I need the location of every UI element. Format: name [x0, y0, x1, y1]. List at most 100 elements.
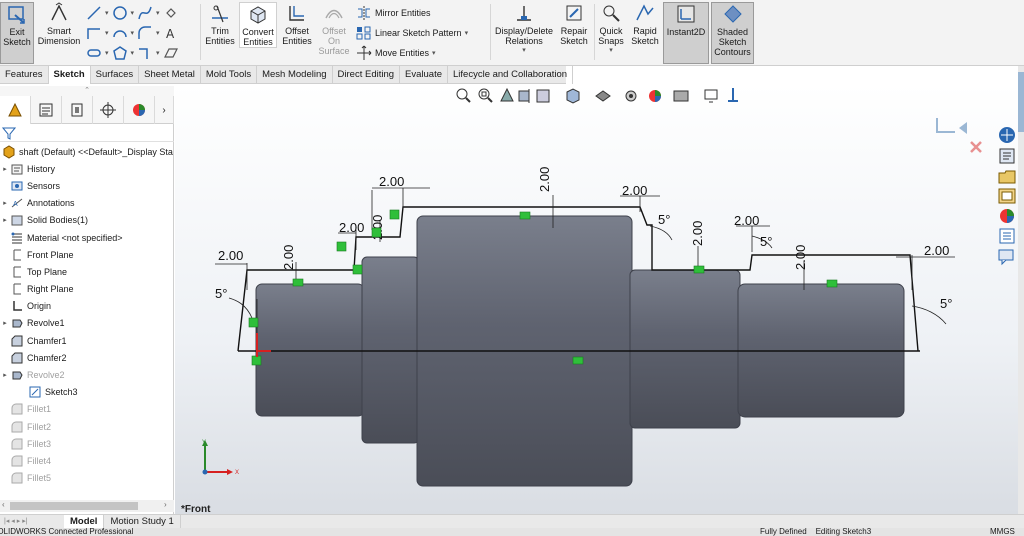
tree-item-chamfer2[interactable]: Chamfer2: [0, 349, 174, 366]
tree-item-fillet3[interactable]: Fillet3: [0, 435, 174, 452]
horizontal-relation-marker[interactable]: [693, 265, 705, 274]
equal-relation-marker[interactable]: [248, 317, 259, 328]
tree-item-solid-bodies-1[interactable]: ▸ Solid Bodies(1): [0, 212, 174, 229]
tab-surfaces[interactable]: Surfaces: [91, 66, 140, 84]
quick-snaps-button[interactable]: Quick Snaps ▾: [596, 2, 626, 56]
tab-evaluate[interactable]: Evaluate: [400, 66, 449, 84]
repair-sketch-button[interactable]: Repair Sketch: [557, 2, 591, 46]
display-manager-tab[interactable]: [124, 96, 155, 124]
configuration-manager-tab[interactable]: [62, 96, 93, 124]
property-manager-tab[interactable]: [31, 96, 62, 124]
tree-item-fillet5[interactable]: Fillet5: [0, 470, 174, 487]
dimxpert-manager-tab[interactable]: [93, 96, 124, 124]
rapid-sketch-button[interactable]: Rapid Sketch: [629, 2, 661, 46]
panel-collapse-handle[interactable]: ⌃: [0, 86, 174, 96]
feature-manager-tab[interactable]: [0, 96, 31, 124]
tree-item-history[interactable]: ▸ History: [0, 160, 174, 177]
panel-more-tab[interactable]: ›: [155, 96, 174, 124]
tree-item-chamfer1[interactable]: Chamfer1: [0, 332, 174, 349]
dimension-right1-h[interactable]: 2.00: [622, 183, 647, 198]
tab-sketch[interactable]: Sketch: [48, 66, 91, 84]
convert-entities-button[interactable]: Convert Entities: [239, 2, 277, 48]
dimension-left-v[interactable]: 2.00: [281, 245, 296, 270]
status-units[interactable]: MMGS: [990, 528, 1015, 536]
line-tool[interactable]: ▾ ▾ ▾: [86, 5, 179, 21]
expand-arrow-icon[interactable]: ▸: [0, 199, 10, 207]
tree-item-revolve1[interactable]: ▸ Revolve1: [0, 315, 174, 332]
angle-far-right[interactable]: 5°: [940, 296, 952, 311]
trim-entities-button[interactable]: Trim Entities: [203, 2, 237, 46]
fillet-icon: [11, 472, 23, 484]
horizontal-relation-marker[interactable]: [572, 356, 584, 365]
equal-relation-marker[interactable]: [336, 241, 347, 252]
tree-item-fillet1[interactable]: Fillet1: [0, 401, 174, 418]
horizontal-relation-marker[interactable]: [292, 278, 304, 287]
mirror-entities-button[interactable]: Mirror Entities: [356, 5, 431, 21]
panel-horizontal-scrollbar[interactable]: ‹ ›: [0, 500, 174, 512]
tree-item-annotations[interactable]: ▸ A Annotations: [0, 195, 174, 212]
display-delete-relations-button[interactable]: Display/Delete Relations ▾: [494, 2, 554, 56]
tab-features[interactable]: Features: [0, 66, 49, 84]
tree-item-top-plane[interactable]: Top Plane: [0, 263, 174, 280]
offset-entities-button[interactable]: Offset Entities: [280, 2, 314, 46]
tree-item-origin[interactable]: Origin: [0, 298, 174, 315]
tab-model[interactable]: Model: [64, 514, 105, 529]
tree-item-front-plane[interactable]: Front Plane: [0, 246, 174, 263]
tab-mold-tools[interactable]: Mold Tools: [201, 66, 258, 84]
expand-arrow-icon[interactable]: ▸: [0, 371, 10, 379]
angle-right1[interactable]: 5°: [658, 212, 670, 227]
expand-arrow-icon[interactable]: ▸: [0, 165, 10, 173]
linear-sketch-pattern-button[interactable]: Linear Sketch Pattern ▾: [356, 25, 468, 41]
tree-item-sketch3[interactable]: Sketch3: [0, 384, 174, 401]
bottom-tab-nav[interactable]: |◂ ◂ ▸ ▸|: [0, 515, 64, 529]
custom-properties-icon[interactable]: [999, 228, 1015, 244]
dimension-far-right-h[interactable]: 2.00: [924, 243, 949, 258]
dimension-right3-v[interactable]: 2.00: [793, 245, 808, 270]
slot-tool[interactable]: ▾ ▾ ▾: [86, 45, 179, 61]
expand-arrow-icon[interactable]: ▸: [0, 319, 10, 327]
design-library-icon[interactable]: [999, 148, 1015, 164]
rectangle-tool[interactable]: ▾ ▾ ▾ A: [86, 25, 179, 41]
tree-item-right-plane[interactable]: Right Plane: [0, 281, 174, 298]
dimension-right2-h[interactable]: 2.00: [734, 213, 759, 228]
coincident-relation-marker[interactable]: [251, 355, 262, 366]
dimension-step3-h[interactable]: 2.00: [379, 174, 404, 189]
forum-icon[interactable]: [998, 249, 1014, 266]
tab-direct-editing[interactable]: Direct Editing: [333, 66, 401, 84]
dimension-center-v[interactable]: 2.00: [537, 167, 552, 192]
move-entities-button[interactable]: Move Entities ▾: [356, 45, 436, 61]
dimension-top-left[interactable]: 2.00: [218, 248, 243, 263]
tab-mesh-modeling[interactable]: Mesh Modeling: [257, 66, 333, 84]
tree-item-revolve2[interactable]: ▸ Revolve2: [0, 366, 174, 383]
equal-relation-marker[interactable]: [389, 209, 400, 220]
tree-item-sensors[interactable]: Sensors: [0, 177, 174, 194]
expand-arrow-icon[interactable]: ▸: [0, 216, 10, 224]
feature-filter[interactable]: [0, 124, 174, 142]
smart-dimension-button[interactable]: Smart Dimension: [36, 2, 82, 46]
shaded-sketch-contours-button[interactable]: Shaded Sketch Contours: [711, 2, 754, 64]
tree-item-fillet4[interactable]: Fillet4: [0, 452, 174, 469]
angle-left[interactable]: 5°: [215, 286, 227, 301]
dimension-step2-h[interactable]: 2.00: [339, 220, 364, 235]
tab-sheet-metal[interactable]: Sheet Metal: [139, 66, 201, 84]
file-explorer-icon[interactable]: [998, 170, 1016, 184]
vertical-relation-marker[interactable]: [371, 227, 382, 238]
tab-lifecycle-and-collaboration[interactable]: Lifecycle and Collaboration: [448, 66, 574, 84]
solidworks-resources-icon[interactable]: [999, 127, 1015, 143]
angle-right2[interactable]: 5°: [760, 234, 772, 249]
graphics-area[interactable]: ▫ ▫ — ❐ ✕: [175, 84, 1018, 515]
exit-sketch-button[interactable]: Exit Sketch: [0, 2, 34, 64]
tree-item-fillet2[interactable]: Fillet2: [0, 418, 174, 435]
appearances-icon[interactable]: [1000, 209, 1014, 223]
tree-item-material-not-specified[interactable]: Material <not specified>: [0, 229, 174, 246]
horizontal-relation-marker[interactable]: [826, 279, 838, 288]
equal-relation-marker[interactable]: [352, 264, 363, 275]
dimension-right2-v[interactable]: 2.00: [690, 221, 705, 246]
offset-on-surface-button[interactable]: Offset On Surface: [317, 2, 351, 56]
viewport-vertical-scrollbar[interactable]: [1018, 66, 1024, 514]
horizontal-relation-marker[interactable]: [519, 211, 531, 220]
instant2d-button[interactable]: Instant2D: [663, 2, 709, 64]
tab-motion-study-1[interactable]: Motion Study 1: [104, 514, 181, 529]
view-palette-icon[interactable]: [998, 188, 1016, 204]
tree-root[interactable]: shaft (Default) <<Default>_Display Sta: [0, 143, 174, 160]
